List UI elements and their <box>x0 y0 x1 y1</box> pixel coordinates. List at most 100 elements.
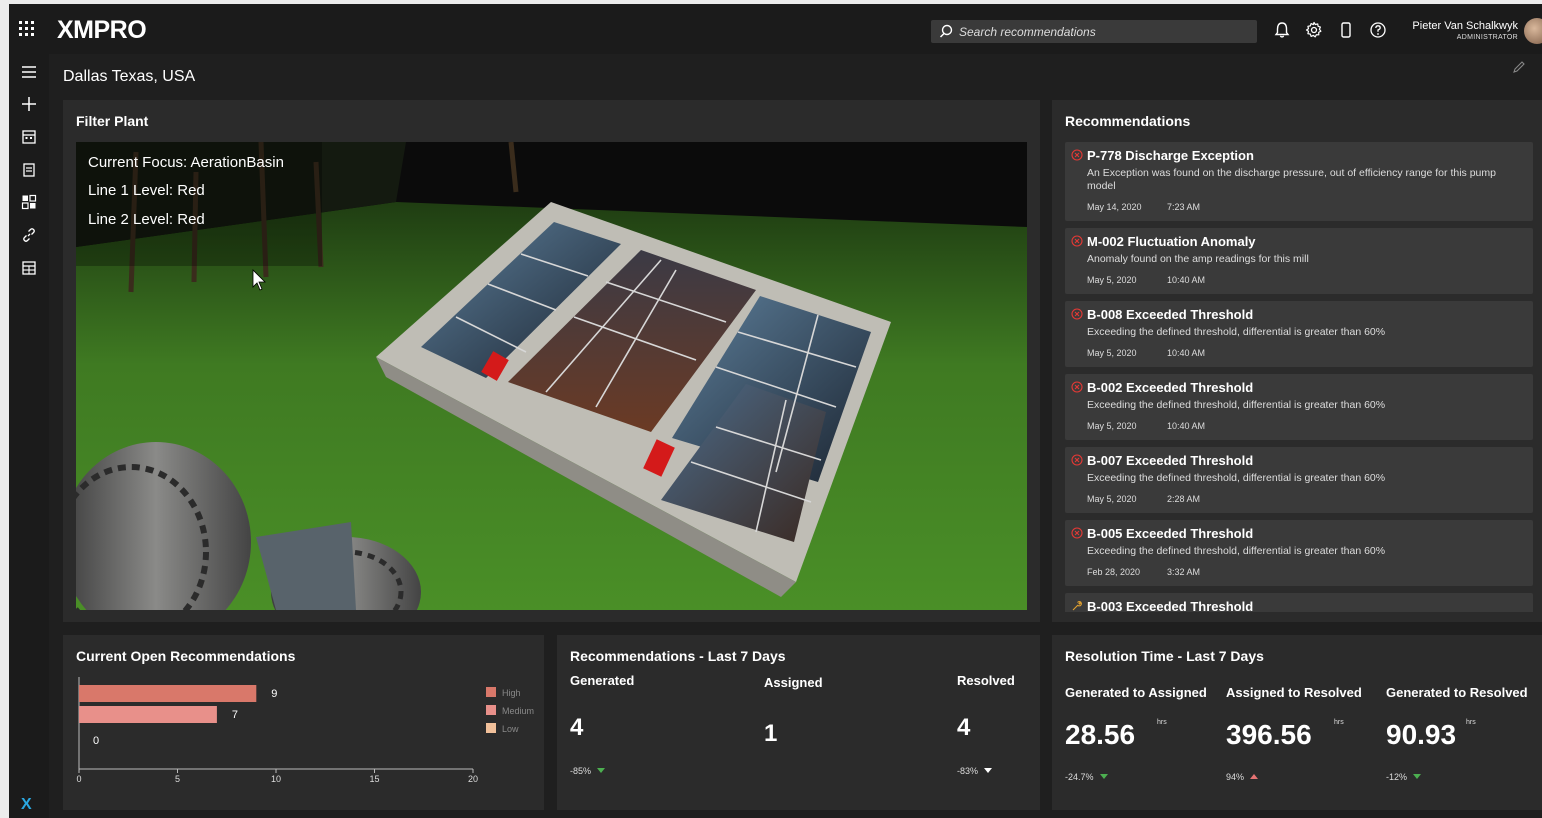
document-icon[interactable] <box>21 162 37 178</box>
rec-date: Feb 28, 2020 <box>1087 567 1141 577</box>
list-item[interactable]: B-005 Exceeded Threshold Exceeding the d… <box>1065 520 1533 586</box>
table-icon[interactable] <box>21 260 37 276</box>
panel-title: Current Open Recommendations <box>76 648 296 664</box>
bar-medium <box>79 706 217 723</box>
panel-title: Recommendations - Last 7 Days <box>570 648 786 664</box>
rec-description: Exceeding the defined threshold, differe… <box>1087 399 1386 411</box>
legend-swatch <box>486 723 496 733</box>
open-recs-bar-chart: 9 7 0 0 5 10 15 20 High Medium Low <box>76 677 534 784</box>
rec-description: Exceeding the defined threshold, differe… <box>1087 545 1386 557</box>
tick-label: 10 <box>271 774 281 784</box>
link-icon[interactable] <box>21 227 37 243</box>
avatar[interactable] <box>1524 18 1542 44</box>
rec-title: B-003 Exceeded Threshold <box>1087 599 1254 612</box>
data-label: 9 <box>271 688 277 700</box>
mobile-device-icon[interactable] <box>1337 21 1355 39</box>
gen-to-resolved-value: 90.93 <box>1386 719 1457 750</box>
rec-date: May 5, 2020 <box>1087 275 1137 285</box>
trend-down-icon <box>1099 774 1108 779</box>
list-item[interactable]: B-002 Exceeded Threshold Exceeding the d… <box>1065 374 1533 440</box>
unit-label: hrs <box>1334 719 1344 726</box>
add-icon[interactable] <box>21 96 37 112</box>
tick-label: 0 <box>76 774 81 784</box>
user-name[interactable]: Pieter Van Schalkwyk <box>1412 20 1518 32</box>
list-item[interactable]: B-008 Exceeded Threshold Exceeding the d… <box>1065 301 1533 367</box>
rec-title: B-005 Exceeded Threshold <box>1087 526 1254 541</box>
top-bar: XMPRO Search recommendations Pieter Van … <box>9 4 1542 54</box>
tick-label: 15 <box>369 774 379 784</box>
rec-date: May 14, 2020 <box>1087 202 1142 212</box>
rec-title: B-008 Exceeded Threshold <box>1087 307 1254 322</box>
rec-description: Exceeding the defined threshold, differe… <box>1087 326 1386 338</box>
resolution-time-panel: Resolution Time - Last 7 Days Generated … <box>1052 635 1542 810</box>
app-launcher-icon[interactable] <box>19 21 35 37</box>
gen-to-assigned-label: Generated to Assigned <box>1065 685 1207 700</box>
trend-down-icon <box>597 768 606 773</box>
list-item[interactable]: B-003 Exceeded Threshold <box>1065 593 1533 612</box>
assigned-to-resolved-label: Assigned to Resolved <box>1226 685 1362 700</box>
last-7-days-panel: Recommendations - Last 7 Days Generated … <box>557 635 1040 810</box>
generated-change: -85% <box>570 766 606 776</box>
open-recommendations-panel: Current Open Recommendations 9 7 0 0 5 10 15 20… <box>63 635 544 810</box>
resolved-label: Resolved <box>957 673 1015 688</box>
panel-title: Recommendations <box>1065 113 1191 129</box>
rec-time: 10:40 AM <box>1167 421 1206 431</box>
generated-label: Generated <box>570 673 635 688</box>
rec-time: 10:40 AM <box>1167 275 1206 285</box>
menu-icon[interactable] <box>21 64 37 80</box>
rec-title: M-002 Fluctuation Anomaly <box>1087 234 1256 249</box>
page-title: Dallas Texas, USA <box>63 68 196 85</box>
focus-overlay: Current Focus: AerationBasin Line 1 Leve… <box>76 142 322 266</box>
resolved-change: -83% <box>957 766 993 776</box>
list-item[interactable]: B-007 Exceeded Threshold Exceeding the d… <box>1065 447 1533 513</box>
gen-to-assigned-change: -24.7% <box>1065 772 1108 782</box>
search-input[interactable]: Search recommendations <box>931 20 1257 43</box>
change-text: 94% <box>1226 772 1245 782</box>
app-logo: XMPRO <box>57 16 147 44</box>
change-text: -85% <box>570 766 592 776</box>
calendar-icon[interactable] <box>21 129 37 145</box>
edit-pencil-icon[interactable] <box>1512 60 1526 74</box>
tick-label: 5 <box>175 774 180 784</box>
search-icon <box>939 24 953 38</box>
dashboard-icon[interactable] <box>21 194 37 210</box>
rec-time: 3:32 AM <box>1167 567 1201 577</box>
recommendations-list[interactable]: P-778 Discharge Exception An Exception w… <box>1065 142 1533 612</box>
rec-description: Exceeding the defined threshold, differe… <box>1087 472 1386 484</box>
gen-to-resolved-change: -12% <box>1386 772 1422 782</box>
legend-swatch <box>486 687 496 697</box>
line1-level-label: Line 1 Level: Red <box>88 182 205 199</box>
generated-value: 4 <box>570 714 584 741</box>
wrench-icon <box>1072 601 1082 611</box>
legend-label: Low <box>502 724 519 734</box>
trend-down-icon <box>984 768 993 773</box>
gen-to-assigned-value: 28.56 <box>1065 719 1136 750</box>
error-circle-icon <box>1071 235 1083 247</box>
rec-title: P-778 Discharge Exception <box>1087 148 1254 163</box>
trend-down-icon <box>1413 774 1422 779</box>
list-item[interactable]: P-778 Discharge Exception An Exception w… <box>1065 142 1533 221</box>
assigned-label: Assigned <box>764 675 823 690</box>
unit-label: hrs <box>1157 719 1167 726</box>
change-text: -24.7% <box>1065 772 1094 782</box>
3d-plant-view[interactable]: Current Focus: AerationBasin Line 1 Leve… <box>76 142 1027 610</box>
help-icon[interactable] <box>1369 21 1387 39</box>
bell-icon[interactable] <box>1273 21 1291 39</box>
user-role: ADMINISTRATOR <box>1456 34 1518 41</box>
resolved-value: 4 <box>957 714 971 741</box>
assigned-to-resolved-change: 94% <box>1226 772 1259 782</box>
legend-label: High <box>502 688 521 698</box>
rec-date: May 5, 2020 <box>1087 494 1137 504</box>
rec-date: May 5, 2020 <box>1087 421 1137 431</box>
error-circle-icon <box>1071 308 1083 320</box>
unit-label: hrs <box>1466 719 1476 726</box>
legend-label: Medium <box>502 706 534 716</box>
assigned-value: 1 <box>764 720 778 747</box>
list-item[interactable]: M-002 Fluctuation Anomaly Anomaly found … <box>1065 228 1533 294</box>
left-nav-rail: X <box>9 54 49 818</box>
panel-title: Filter Plant <box>76 113 149 129</box>
gear-icon[interactable] <box>1305 21 1323 39</box>
data-label: 7 <box>232 709 238 721</box>
legend-swatch <box>486 705 496 715</box>
xmpro-mark-icon[interactable]: X <box>21 796 32 814</box>
